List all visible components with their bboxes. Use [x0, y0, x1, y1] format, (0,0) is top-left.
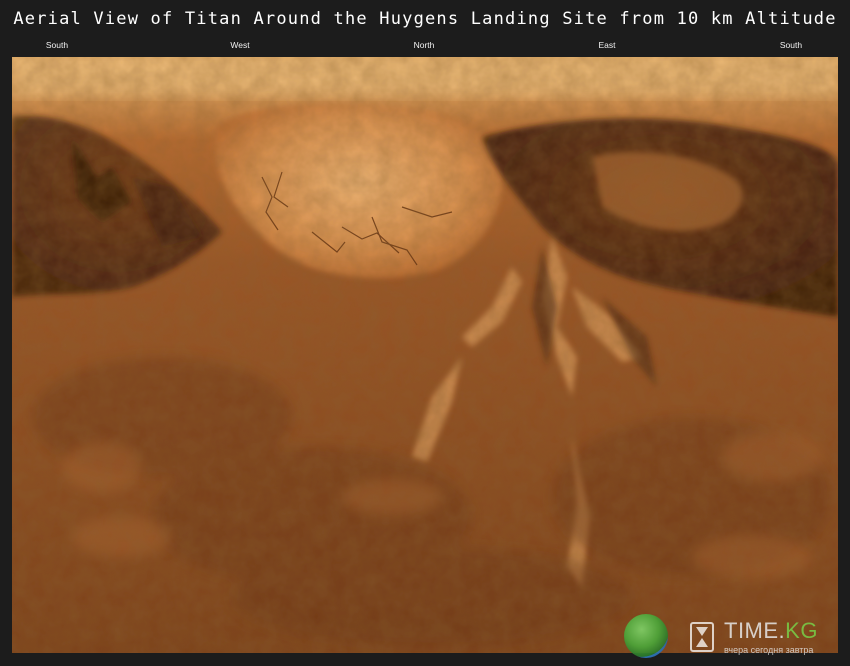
hourglass-icon	[690, 622, 714, 652]
titan-panorama-image	[12, 57, 838, 653]
image-title: Aerial View of Titan Around the Huygens …	[13, 9, 837, 29]
direction-label-south-right: South	[779, 40, 803, 50]
watermark-brand-suffix: KG	[785, 618, 818, 643]
watermark-brand-main: TIME.	[724, 618, 786, 643]
direction-label-south-left: South	[45, 40, 69, 50]
direction-label-west: West	[230, 40, 250, 50]
watermark-tagline: вчера сегодня завтра	[724, 645, 814, 655]
direction-label-north: North	[413, 40, 435, 50]
site-watermark: TIME.KG вчера сегодня завтра	[624, 612, 844, 662]
globe-icon	[624, 614, 668, 658]
page: Aerial View of Titan Around the Huygens …	[0, 0, 850, 666]
direction-label-east: East	[598, 40, 616, 50]
watermark-brand: TIME.KG	[724, 618, 818, 644]
